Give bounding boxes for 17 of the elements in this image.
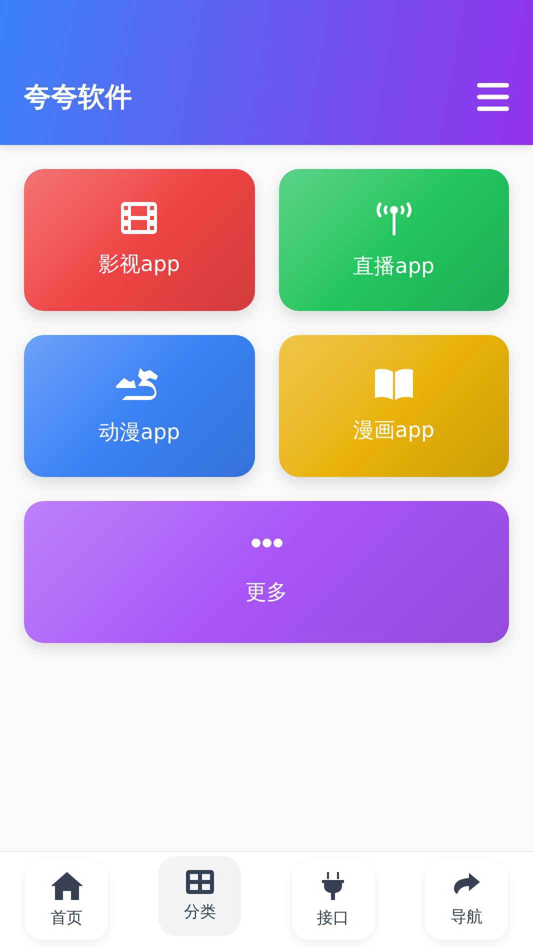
nav-tab[interactable]: 导航: [424, 860, 508, 940]
antenna-icon: [374, 200, 414, 236]
app-card[interactable]: 更多: [24, 501, 509, 643]
app-title: 夸夸软件: [24, 80, 132, 114]
app-card[interactable]: 动漫app: [24, 335, 254, 477]
film-icon: [121, 202, 158, 234]
more-icon: [250, 538, 282, 548]
nav-tab[interactable]: 首页: [25, 860, 108, 940]
nav-tab[interactable]: 分类: [158, 856, 242, 936]
home-icon: [50, 872, 83, 900]
menu-icon[interactable]: [477, 82, 509, 110]
open-book-icon: [372, 368, 415, 400]
app-card[interactable]: 直播app: [278, 169, 509, 311]
app-card[interactable]: 影视app: [24, 169, 254, 311]
nav-tab[interactable]: 接口: [292, 860, 375, 940]
grid-icon: [186, 870, 214, 894]
plug-icon: [322, 872, 344, 900]
